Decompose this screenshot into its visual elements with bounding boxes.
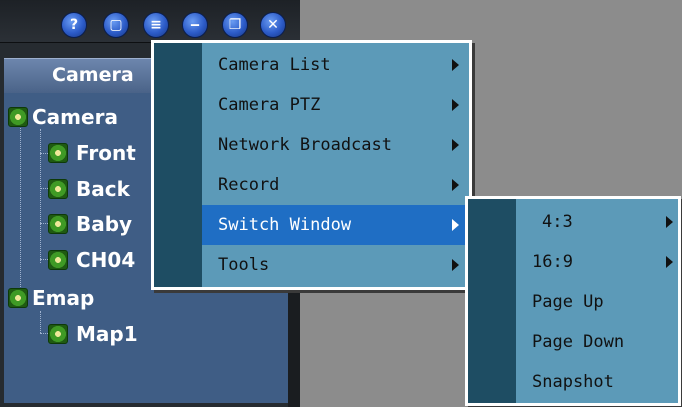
menu-sidebar	[468, 199, 516, 403]
panel-title: Camera	[52, 64, 134, 86]
tree-node-label: Back	[76, 177, 130, 201]
menu-item-record[interactable]: Record	[202, 165, 469, 205]
camera-icon	[48, 179, 68, 199]
menu-item-camera-list[interactable]: Camera List	[202, 45, 469, 85]
menu-item-label: Camera PTZ	[218, 95, 321, 115]
tree-node-label: Front	[76, 141, 136, 165]
submenu-item-snapshot[interactable]: Snapshot	[516, 362, 678, 402]
menu-item-label: Camera List	[218, 55, 331, 75]
submenu-item-4-3[interactable]: 4:3	[516, 202, 678, 242]
submenu-arrow-icon	[452, 179, 459, 191]
menu-item-label: Tools	[218, 255, 270, 275]
document-icon[interactable]: ≡	[143, 12, 169, 38]
submenu-item-page-up[interactable]: Page Up	[516, 282, 678, 322]
camera-icon	[48, 214, 68, 234]
menu-item-label: Record	[218, 175, 280, 195]
tree-node-label: Camera	[32, 105, 118, 129]
submenu-arrow-icon	[452, 59, 459, 71]
tree-connector	[40, 129, 41, 263]
menu-item-label: 4:3	[542, 212, 573, 232]
menu-item-network-broadcast[interactable]: Network Broadcast	[202, 125, 469, 165]
camera-group-icon	[8, 107, 28, 127]
tree-connector	[40, 311, 41, 333]
close-icon[interactable]: ✕	[260, 12, 286, 38]
menu-item-label: Page Up	[532, 292, 604, 312]
emap-group-icon	[8, 288, 28, 308]
menu-item-label: Page Down	[532, 332, 625, 352]
context-menu: Camera List Camera PTZ Network Broadcast…	[151, 40, 472, 290]
submenu-arrow-icon	[666, 216, 673, 228]
menu-item-label: Snapshot	[532, 372, 614, 392]
map-icon	[48, 324, 68, 344]
submenu-item-16-9[interactable]: 16:9	[516, 242, 678, 282]
panel-titlebar: ? ▢ ≡ ‒ ❐ ✕	[0, 0, 300, 43]
menu-item-switch-window[interactable]: Switch Window	[202, 205, 469, 245]
submenu-arrow-icon	[452, 139, 459, 151]
tree-node-label: CH04	[76, 248, 136, 272]
restore-icon[interactable]: ❐	[222, 12, 248, 38]
lock-icon[interactable]: ▢	[103, 12, 129, 38]
tree-node-label: Baby	[76, 212, 133, 236]
submenu-item-page-down[interactable]: Page Down	[516, 322, 678, 362]
camera-icon	[48, 143, 68, 163]
menu-sidebar	[154, 43, 202, 287]
camera-icon	[48, 250, 68, 270]
tree-node-label: Map1	[76, 322, 138, 346]
submenu-arrow-icon	[452, 259, 459, 271]
menu-item-tools[interactable]: Tools	[202, 245, 469, 285]
minimize-icon[interactable]: ‒	[182, 12, 208, 38]
switch-window-submenu: 4:3 16:9 Page Up Page Down Snapshot	[465, 196, 681, 406]
menu-item-label: Network Broadcast	[218, 135, 392, 155]
tree-node-label: Emap	[32, 286, 95, 310]
tree-connector	[20, 117, 21, 297]
submenu-arrow-icon	[452, 219, 459, 231]
menu-item-label: 16:9	[532, 252, 573, 272]
menu-item-camera-ptz[interactable]: Camera PTZ	[202, 85, 469, 125]
submenu-arrow-icon	[666, 256, 673, 268]
submenu-arrow-icon	[452, 99, 459, 111]
menu-item-label: Switch Window	[218, 215, 352, 235]
help-icon[interactable]: ?	[61, 12, 87, 38]
